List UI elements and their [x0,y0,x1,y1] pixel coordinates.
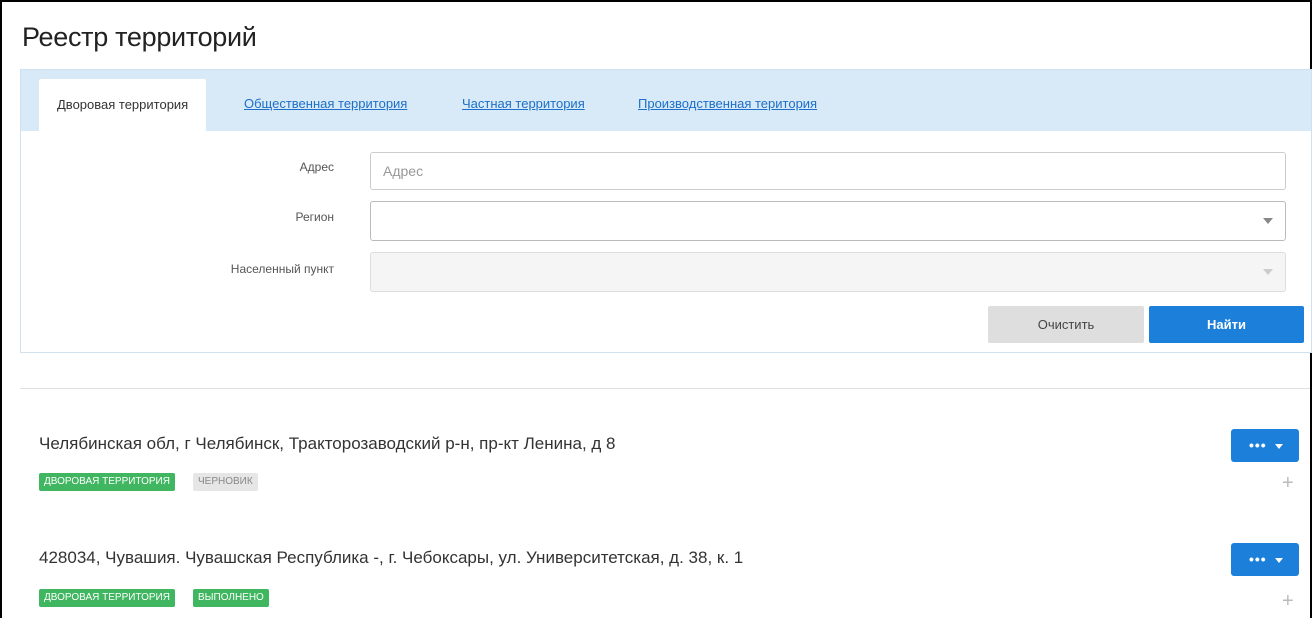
page-title: Реестр территорий [22,22,257,52]
item-address[interactable]: 428034, Чувашия. Чувашская Республика -,… [39,548,743,568]
frame-border-top [0,0,1312,2]
plus-icon[interactable]: + [1282,472,1294,495]
tabs-bar: Дворовая территория Общественная террито… [21,70,1311,131]
chevron-down-icon [1275,444,1283,449]
region-select[interactable] [370,201,1286,241]
clear-button[interactable]: Очистить [988,306,1144,343]
more-icon: ••• [1249,551,1267,567]
tab-courtyard[interactable]: Дворовая территория [39,79,207,131]
chevron-down-icon [1263,218,1273,224]
actions-menu-button[interactable]: ••• [1231,543,1299,576]
tab-public[interactable]: Общественная территория [244,96,407,111]
item-address[interactable]: Челябинская обл, г Челябинск, Трактороза… [39,434,616,454]
locality-label: Населенный пункт [230,262,334,276]
type-badge: Дворовая территория [39,589,175,607]
type-badge: Дворовая территория [39,473,175,491]
actions-menu-button[interactable]: ••• [1231,429,1299,462]
address-label: Адрес [299,160,334,174]
tab-industrial[interactable]: Производственная територия [638,96,817,111]
search-button[interactable]: Найти [1149,306,1304,343]
status-badge: Выполнено [193,589,269,607]
locality-select [370,252,1286,292]
chevron-down-icon [1275,558,1283,563]
tab-private[interactable]: Частная территория [462,96,585,111]
filter-panel: Дворовая территория Общественная террито… [20,69,1312,353]
plus-icon[interactable]: + [1282,590,1294,613]
region-label: Регион [295,210,334,224]
chevron-down-icon [1263,269,1273,275]
divider [20,388,1310,389]
more-icon: ••• [1249,437,1267,453]
address-input[interactable] [370,152,1286,190]
status-badge: Черновик [193,473,258,491]
frame-border-left [0,0,2,618]
